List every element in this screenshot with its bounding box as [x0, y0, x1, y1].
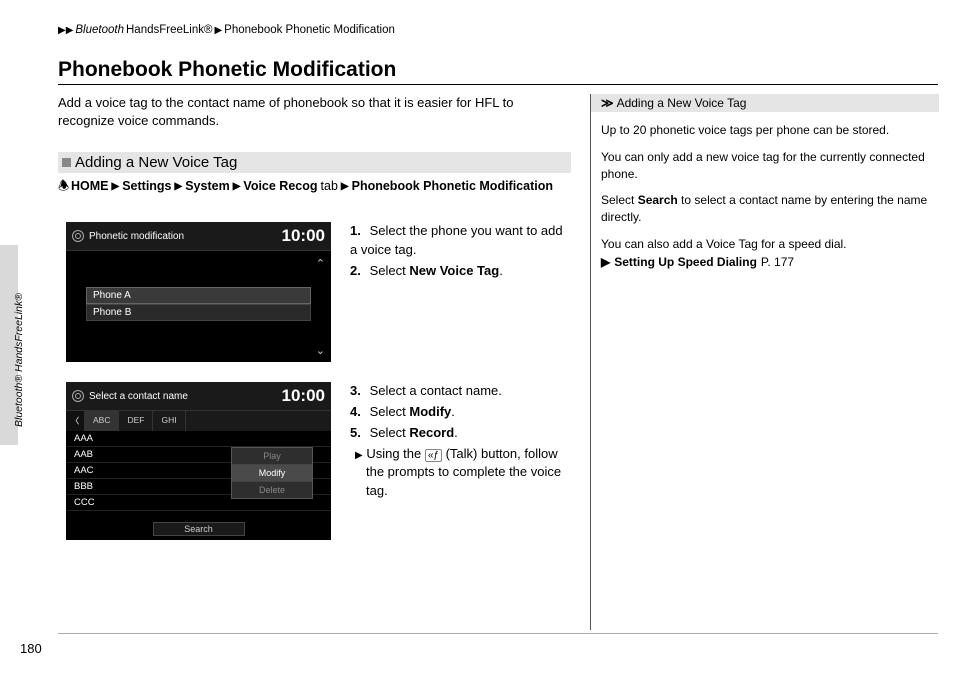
xref-icon: ▶ — [601, 255, 610, 269]
talk-button-icon: «ƒ — [425, 449, 442, 462]
nav-step: System — [185, 178, 229, 196]
clock: 10:00 — [282, 386, 325, 406]
ui-term: Record — [409, 425, 454, 440]
sidebar-heading: Adding a New Voice Tag — [617, 96, 747, 110]
arrow-icon: ▶▶ — [58, 25, 73, 36]
intro-text: Add a voice tag to the contact name of p… — [58, 94, 558, 130]
menu-item-modify[interactable]: Modify — [232, 465, 312, 482]
square-bullet-icon — [62, 158, 71, 167]
chevron-down-icon[interactable]: ⌄ — [316, 344, 325, 357]
xref-page: P. 177 — [761, 255, 794, 269]
nav-step: HOME — [71, 178, 109, 196]
tab[interactable]: GHI — [153, 411, 185, 431]
side-tab-label: Bluetooth® HandsFreeLink® — [13, 293, 25, 427]
sidebar-text: Up to 20 phonetic voice tags per phone c… — [601, 122, 939, 139]
chevron-up-icon[interactable]: ⌃ — [316, 257, 325, 270]
sidebar-text: You can also add a Voice Tag for a speed… — [601, 236, 939, 253]
arrow-icon: ▶ — [214, 25, 222, 36]
context-menu: Play Modify Delete — [231, 447, 313, 499]
arrow-icon: ▶ — [112, 180, 120, 194]
tab[interactable]: DEF — [119, 411, 153, 431]
breadcrumb-seg: Phonebook Phonetic Modification — [224, 24, 395, 36]
screen-title: Phonetic modification — [89, 231, 184, 242]
page-number: 180 — [20, 641, 42, 656]
arrow-icon: ▶ — [175, 180, 183, 194]
nav-step: Voice Recog — [243, 178, 317, 196]
tab[interactable]: ABC — [85, 411, 119, 431]
nav-step: Settings — [122, 178, 171, 196]
nav-path: 🕭 HOME ▶ Settings ▶ System ▶ Voice Recog… — [58, 178, 563, 196]
ui-term: Search — [638, 193, 678, 207]
ui-term: Modify — [409, 404, 451, 419]
step-text: Select — [370, 263, 410, 278]
xref-link[interactable]: Setting Up Speed Dialing — [614, 255, 757, 269]
list-item[interactable]: Phone B — [86, 304, 311, 321]
menu-item-delete[interactable]: Delete — [232, 482, 312, 498]
breadcrumb: ▶▶ Bluetooth HandsFreeLink® ▶ Phonebook … — [58, 24, 395, 36]
nav-step: Phonebook Phonetic Modification — [352, 178, 553, 196]
breadcrumb-seg: HandsFreeLink® — [126, 24, 212, 36]
menu-item-play[interactable]: Play — [232, 448, 312, 465]
clock: 10:00 — [282, 226, 325, 246]
gear-icon — [72, 390, 84, 402]
list-item[interactable]: AAA — [66, 431, 331, 447]
back-button[interactable]: 〈 — [66, 411, 85, 431]
info-sidebar: ≫ Adding a New Voice Tag Up to 20 phonet… — [590, 94, 939, 630]
section-heading: Adding a New Voice Tag — [58, 152, 571, 173]
side-tab: Bluetooth® HandsFreeLink® — [0, 245, 18, 445]
screenshot-phonetic-modification: Phonetic modification 10:00 ⌃ Phone A Ph… — [66, 222, 331, 362]
rule — [58, 84, 938, 85]
screenshot-select-contact: Select a contact name 10:00 〈 ABC DEF GH… — [66, 382, 331, 540]
arrow-icon: ▶ — [233, 180, 241, 194]
step-text: Select a contact name. — [370, 383, 502, 398]
nav-step: tab — [321, 178, 338, 196]
sidebar-text: You can only add a new voice tag for the… — [601, 149, 939, 183]
page-title: Phonebook Phonetic Modification — [58, 58, 396, 82]
breadcrumb-seg: Bluetooth — [75, 24, 124, 36]
ui-term: New Voice Tag — [409, 263, 499, 278]
gear-icon — [72, 230, 84, 242]
search-button[interactable]: Search — [153, 522, 245, 536]
step-list: 3. Select a contact name. 4. Select Modi… — [350, 382, 565, 501]
step-list: 1. Select the phone you want to add a vo… — [350, 222, 565, 283]
rule — [58, 633, 938, 634]
list-item[interactable]: Phone A — [86, 287, 311, 304]
step-text: Select the phone you want to add a voice… — [350, 223, 563, 257]
screen-title: Select a contact name — [89, 391, 188, 402]
sidebar-text: Select Search to select a contact name b… — [601, 192, 939, 226]
xref-icon: ≫ — [601, 96, 614, 110]
section-heading-text: Adding a New Voice Tag — [75, 154, 237, 171]
arrow-icon: ▶ — [341, 180, 349, 194]
